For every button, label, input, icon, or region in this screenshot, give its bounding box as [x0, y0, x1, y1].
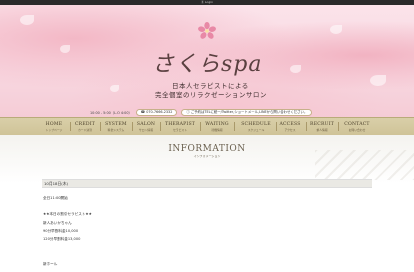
info-icon: ⓘ: [186, 110, 190, 114]
post-date: 10月18日(木): [44, 181, 69, 186]
nav-sublabel: サロン情報: [139, 128, 153, 132]
login-link[interactable]: Ⓢ Login: [201, 0, 213, 4]
nav-label: ACCESS: [279, 122, 301, 127]
reservation-note-pill: ⓘ ご予約はTELに統一/Twitter,ショートメール,LINEから問い合わせ…: [181, 109, 313, 116]
nav-divider: [338, 122, 339, 131]
nav-divider: [276, 122, 277, 131]
petal-decoration: [290, 65, 301, 73]
main-navigation: HOME トップページ CREDIT カード決済 SYSTEM 料金システム SALO…: [0, 117, 414, 136]
nav-label: CONTACT: [344, 122, 370, 127]
nav-credit[interactable]: CREDIT カード決済: [72, 118, 98, 135]
nav-sublabel: カード決済: [78, 128, 92, 132]
nav-sublabel: トップページ: [45, 128, 63, 132]
nav-home[interactable]: HOME トップページ: [40, 118, 68, 135]
nav-label: SCHEDULE: [241, 122, 271, 127]
nav-sublabel: 求人情報: [316, 128, 328, 132]
sakura-flower-icon: [198, 22, 216, 39]
nav-label: HOME: [45, 122, 63, 127]
post-line: 90分早割料金10,000: [43, 229, 79, 233]
nav-schedule[interactable]: SCHEDULE スケジュール: [238, 118, 274, 135]
phone-number: 070-7666-2332: [146, 110, 173, 114]
business-hours: 10:00 - 5:00（L.O 4:00）: [90, 111, 132, 115]
nav-label: CREDIT: [74, 122, 96, 127]
petal-decoration: [110, 85, 119, 92]
petal-decoration: [60, 45, 70, 53]
site-logo[interactable]: さくらspa: [152, 46, 263, 78]
nav-sublabel: セラピスト: [173, 128, 187, 132]
nav-divider: [200, 122, 201, 131]
nav-sublabel: 待機情報: [211, 128, 223, 132]
nav-salon[interactable]: SALON サロン情報: [134, 118, 158, 135]
post-line: 新人あいかちゃん: [43, 221, 72, 225]
nav-label: SALON: [136, 122, 156, 127]
nav-label: RECRUIT: [310, 122, 334, 127]
petal-decoration: [370, 75, 386, 86]
nav-label: THERAPIST: [164, 122, 196, 127]
post-line: 120分早割料金13,000: [43, 237, 81, 241]
section-title: INFORMATION: [168, 144, 246, 154]
nav-label: SYSTEM: [105, 122, 127, 127]
post-line: 全日11:00開始: [43, 196, 68, 200]
phone-icon: ☎: [140, 110, 146, 114]
post-line: ★★本日の割引セラピスト★★: [43, 212, 92, 216]
info-bar: 10:00 - 5:00（L.O 4:00） ☎ 070-7666-2332 ⓘ…: [90, 109, 313, 116]
nav-divider: [306, 122, 307, 131]
phone-pill[interactable]: ☎ 070-7666-2332: [135, 109, 178, 116]
nav-sublabel: お問い合わせ: [348, 128, 366, 132]
nav-therapist[interactable]: THERAPIST セラピスト: [162, 118, 198, 135]
nav-divider: [70, 122, 71, 131]
post-date-bar: 10月18日(木): [42, 179, 372, 188]
nav-divider: [160, 122, 161, 131]
nav-label: WAITING: [205, 122, 229, 127]
nav-waiting[interactable]: WAITING 待機情報: [202, 118, 232, 135]
post-line: 新ホール: [43, 262, 58, 266]
petal-decoration: [20, 15, 34, 25]
nav-sublabel: スケジュール: [247, 128, 265, 132]
tagline-line2: 完全個室のリラクゼーションサロン: [155, 91, 267, 99]
nav-access[interactable]: ACCESS アクセス: [278, 118, 302, 135]
reservation-note: ご予約はTELに統一/Twitter,ショートメール,LINEから問い合わせくだ…: [190, 110, 308, 114]
nav-sublabel: 料金システム: [107, 128, 125, 132]
nav-system[interactable]: SYSTEM 料金システム: [102, 118, 130, 135]
petal-decoration: [330, 25, 342, 34]
nav-divider: [132, 122, 133, 131]
nav-divider: [234, 122, 235, 131]
nav-recruit[interactable]: RECRUIT 求人情報: [309, 118, 335, 135]
nav-contact[interactable]: CONTACT お問い合わせ: [341, 118, 373, 135]
section-subtitle: インフォメーション: [193, 154, 221, 158]
nav-divider: [100, 122, 101, 131]
nav-sublabel: アクセス: [284, 128, 296, 132]
